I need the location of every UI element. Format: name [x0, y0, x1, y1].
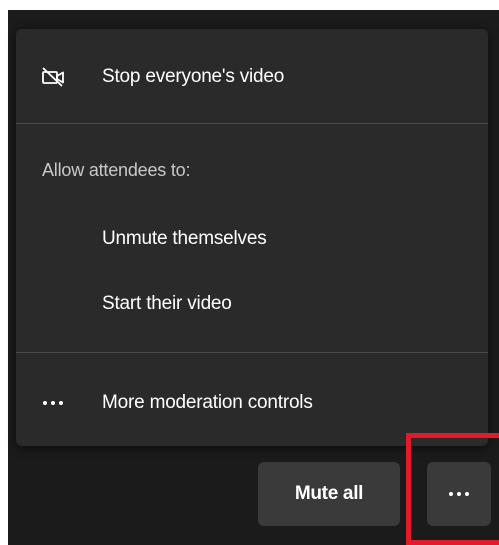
stop-everyones-video-label: Stop everyone's video	[102, 66, 285, 87]
moderation-menu: Stop everyone's video Allow attendees to…	[16, 29, 488, 446]
more-moderation-controls-item[interactable]: More moderation controls	[16, 377, 488, 429]
ellipsis-icon	[40, 390, 66, 416]
start-their-video-label: Start their video	[102, 293, 232, 314]
more-moderation-controls-label: More moderation controls	[102, 392, 313, 413]
mute-all-button[interactable]: Mute all	[258, 462, 400, 526]
menu-divider	[16, 123, 488, 124]
stop-everyones-video-item[interactable]: Stop everyone's video	[16, 51, 488, 103]
unmute-themselves-option[interactable]: Unmute themselves	[16, 213, 488, 265]
video-off-icon	[40, 64, 66, 90]
start-their-video-option[interactable]: Start their video	[16, 278, 488, 330]
highlight-box	[406, 433, 499, 545]
unmute-themselves-label: Unmute themselves	[102, 228, 267, 249]
menu-divider	[16, 352, 488, 353]
allow-attendees-heading: Allow attendees to:	[42, 160, 191, 180]
